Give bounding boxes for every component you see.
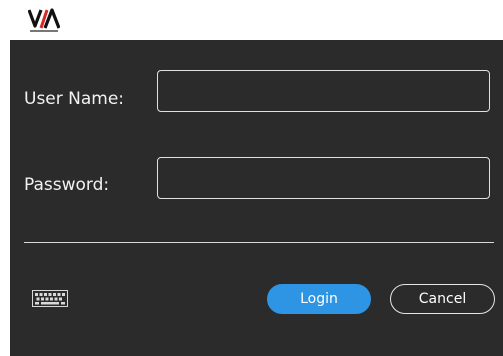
login-window: User Name: Password: Login Cancel <box>0 0 503 356</box>
login-panel: User Name: Password: Login Cancel <box>10 40 503 356</box>
password-input[interactable] <box>157 157 490 199</box>
title-bar <box>0 0 503 40</box>
keyboard-icon[interactable] <box>32 290 68 307</box>
cancel-button[interactable]: Cancel <box>390 284 495 314</box>
username-label: User Name: <box>24 89 125 109</box>
via-logo <box>28 8 60 32</box>
divider <box>24 242 494 243</box>
login-button[interactable]: Login <box>267 284 371 314</box>
username-input[interactable] <box>157 70 490 112</box>
password-label: Password: <box>24 175 110 195</box>
